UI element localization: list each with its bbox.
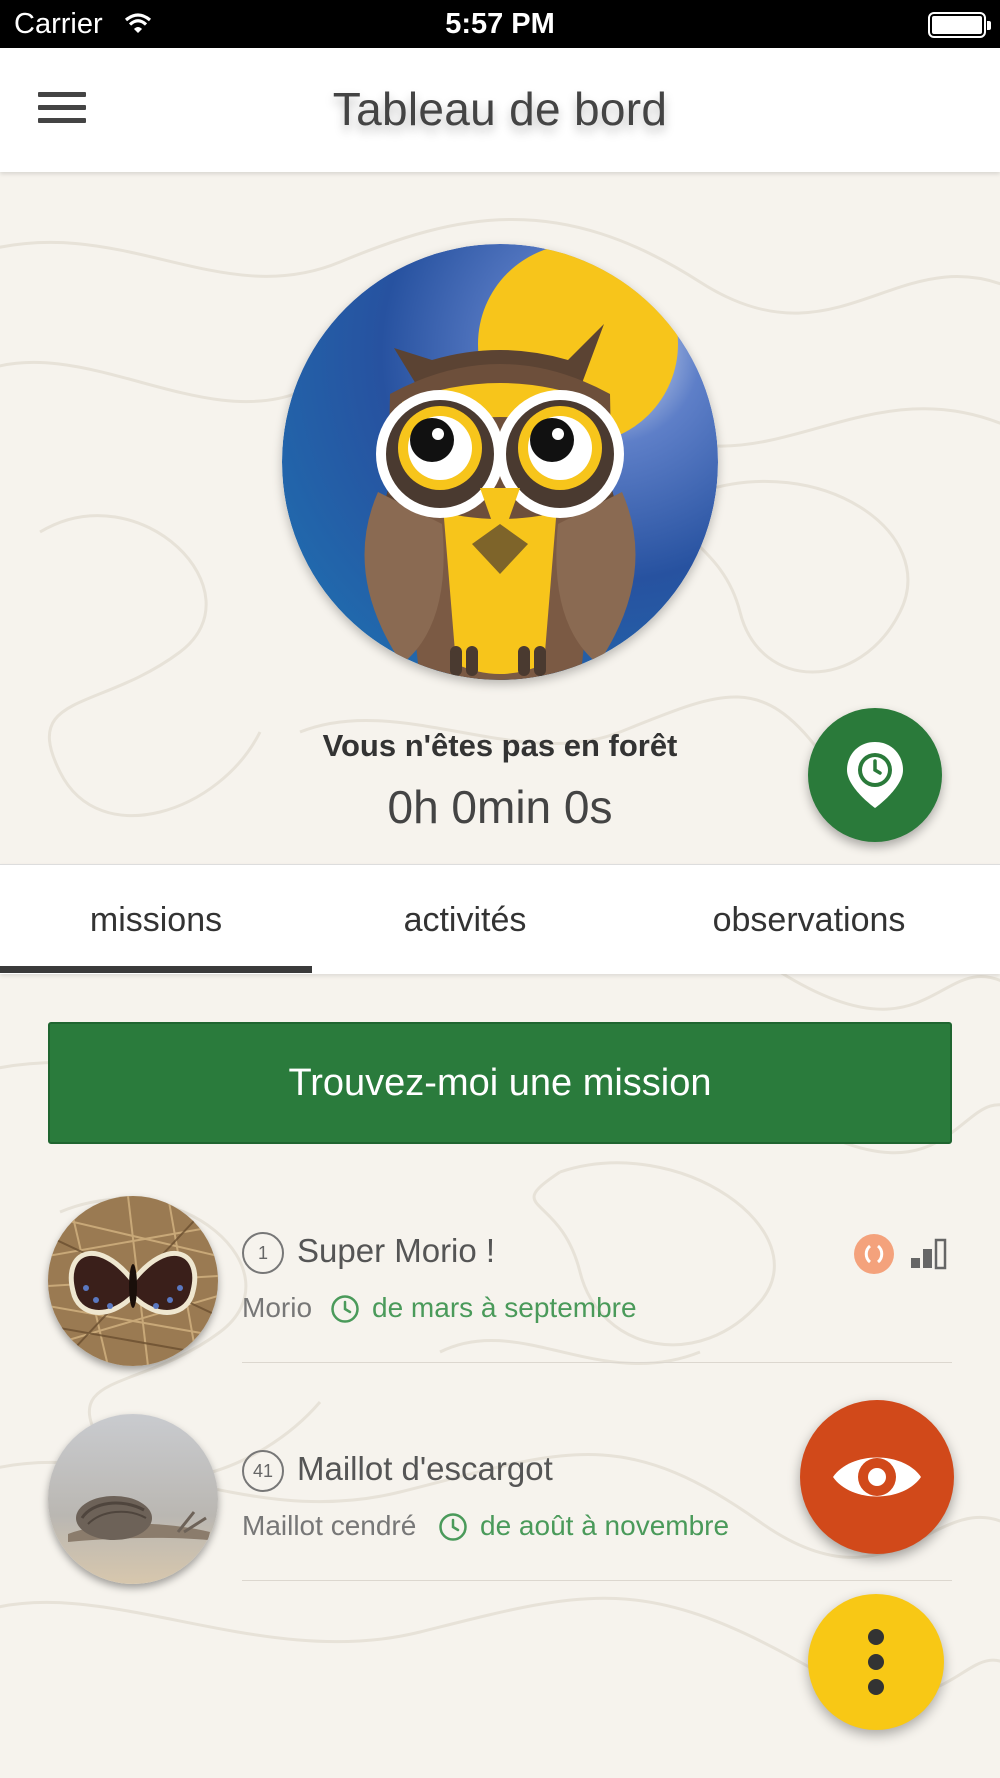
more-vertical-icon: [868, 1629, 884, 1695]
mission-title: Super Morio !: [297, 1232, 496, 1269]
app-header: Tableau de bord: [0, 48, 1000, 172]
clock-icon: [439, 1513, 467, 1541]
status-bar: Carrier 5:57 PM: [0, 0, 1000, 48]
selected-tab-indicator: [0, 966, 312, 973]
difficulty-icon: [854, 1234, 894, 1274]
mission-title: Maillot d'escargot: [297, 1450, 553, 1487]
mission-number-badge: 41: [242, 1450, 284, 1492]
owl-avatar: [282, 244, 718, 680]
eye-icon: [833, 1457, 921, 1497]
observe-button[interactable]: [800, 1400, 954, 1554]
more-options-button[interactable]: [808, 1594, 944, 1730]
mission-thumbnail-morio: [48, 1196, 218, 1366]
mission-species: Morio: [242, 1292, 313, 1323]
tab-activites[interactable]: activités: [312, 865, 618, 975]
mission-species: Maillot cendré: [242, 1510, 417, 1541]
page-title: Tableau de bord: [332, 83, 668, 135]
tab-bar: missions activités observations: [0, 864, 1000, 974]
status-time: 5:57 PM: [445, 8, 555, 40]
tab-missions[interactable]: missions: [0, 865, 312, 975]
mission-period: de août à novembre: [480, 1510, 730, 1541]
mission-thumbnail-escargot: [48, 1414, 218, 1584]
battery-icon: [928, 12, 991, 38]
signal-level-icon: [911, 1238, 947, 1270]
location-button[interactable]: [808, 708, 942, 842]
mission-period: de mars à septembre: [372, 1292, 637, 1323]
row-divider: [242, 1362, 952, 1363]
owl-illustration: [282, 244, 718, 680]
clock-icon: [331, 1295, 359, 1323]
find-mission-button[interactable]: Trouvez-moi une mission: [48, 1022, 952, 1144]
mission-number-badge: 1: [242, 1232, 284, 1274]
row-divider: [242, 1580, 952, 1581]
tab-observations[interactable]: observations: [618, 865, 1000, 975]
map-pin-clock-icon: [847, 742, 903, 808]
dashboard-hero: Vous n'êtes pas en forêt 0h 0min 0s: [0, 172, 1000, 864]
mission-list-item[interactable]: 1 Super Morio ! Morio de mars à septembr…: [0, 1190, 1000, 1408]
